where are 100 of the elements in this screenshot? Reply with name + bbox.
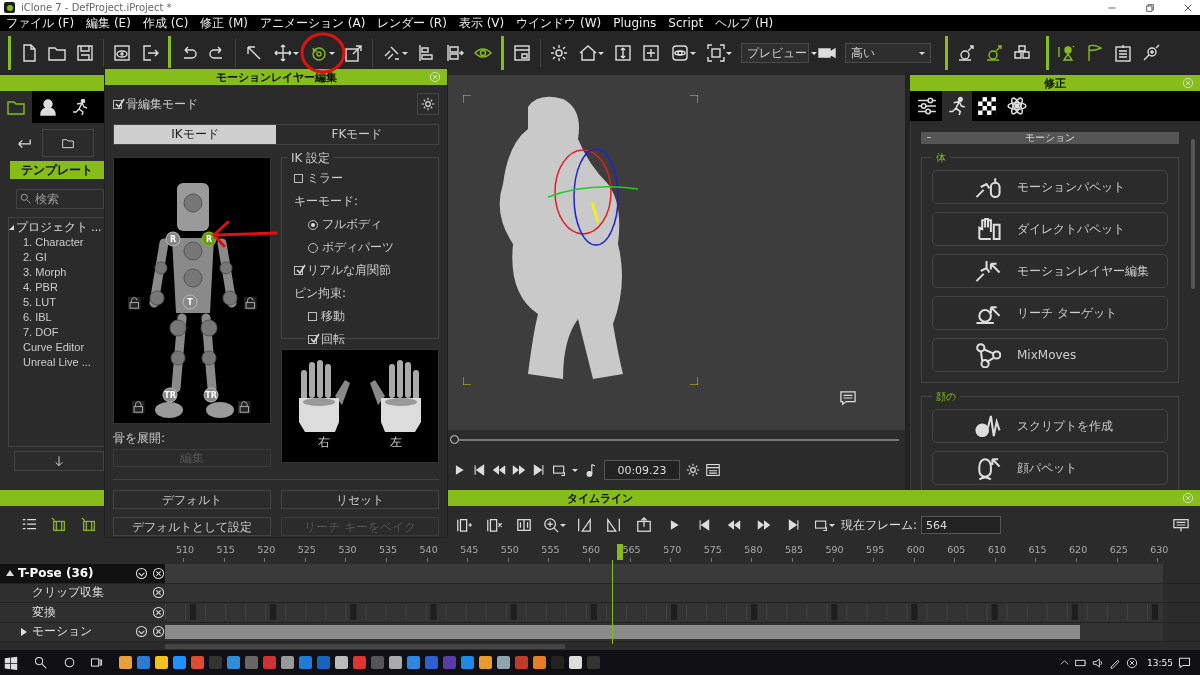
checkbox[interactable]	[294, 266, 303, 275]
search-icon[interactable]	[34, 656, 47, 669]
menu-item[interactable]: ファイル (F)	[6, 14, 75, 32]
menu-item[interactable]: 修正 (M)	[200, 14, 248, 32]
rotate-icon[interactable]	[309, 44, 328, 62]
joint-marker[interactable]: R	[165, 231, 181, 247]
settings-icon[interactable]	[686, 463, 700, 477]
motion-clip-bar[interactable]	[165, 624, 1080, 639]
fast-forward-icon[interactable]	[757, 518, 771, 532]
caret-icon[interactable]	[725, 51, 732, 55]
caret-icon[interactable]	[689, 51, 696, 55]
motion-button[interactable]: ダイレクトパペット	[932, 212, 1168, 246]
rewind-icon[interactable]	[727, 518, 741, 532]
playhead[interactable]	[616, 544, 623, 560]
pan-icon[interactable]	[642, 44, 660, 62]
expand-triangle-icon[interactable]	[20, 627, 28, 636]
skip-start-icon[interactable]	[472, 463, 486, 477]
restore-icon[interactable]	[1144, 1, 1156, 14]
unlock-icon[interactable]	[128, 297, 141, 310]
tree-item[interactable]: Curve Editor	[9, 340, 104, 355]
align-icon[interactable]	[418, 44, 436, 62]
folder-button[interactable]	[42, 129, 94, 157]
dialog-button[interactable]: デフォルト	[113, 490, 271, 509]
add-track-icon[interactable]	[51, 517, 67, 533]
loop-icon[interactable]	[552, 463, 566, 477]
align-left-icon[interactable]	[576, 517, 592, 533]
tree-item[interactable]: 7. DOF	[9, 325, 104, 340]
rewind-icon[interactable]	[492, 463, 506, 477]
close-icon[interactable]	[152, 625, 165, 639]
panel-tab[interactable]	[942, 91, 972, 121]
section-header[interactable]: モーション	[921, 132, 1179, 144]
checkbox[interactable]	[294, 174, 303, 183]
tree-item[interactable]: 1. Character	[9, 235, 104, 250]
fast-forward-icon[interactable]	[512, 463, 526, 477]
target-icon[interactable]	[1142, 44, 1160, 62]
windows-start-icon[interactable]	[4, 655, 18, 670]
motion-button[interactable]: スクリプトを作成	[932, 409, 1168, 443]
current-frame-field[interactable]: 564	[921, 516, 1002, 534]
motion-button[interactable]: 顔パペット	[932, 451, 1168, 485]
menu-item[interactable]: 作成 (C)	[142, 14, 189, 32]
checkbox[interactable]	[308, 312, 317, 321]
export-icon[interactable]	[141, 44, 159, 62]
search-field[interactable]: 検索	[16, 189, 104, 209]
home-icon[interactable]	[578, 44, 597, 62]
tree-item[interactable]: 2. GI	[9, 250, 104, 265]
frame-icon[interactable]	[706, 44, 725, 62]
viewport[interactable]	[448, 75, 905, 430]
cursor-icon[interactable]	[245, 44, 263, 62]
tree-item[interactable]: プロジェクト ...	[9, 220, 104, 235]
folder-icon[interactable]	[48, 44, 66, 62]
time-field[interactable]: 00:09.23	[604, 460, 680, 480]
track-label[interactable]: 変換	[0, 603, 165, 622]
align-icon[interactable]	[446, 44, 464, 62]
menu-item[interactable]: Plugins	[613, 16, 657, 30]
screen-icon[interactable]	[706, 463, 720, 477]
settings-button[interactable]	[417, 93, 439, 115]
save-icon[interactable]	[76, 44, 94, 62]
circle-icon[interactable]	[63, 656, 76, 669]
link-icon[interactable]	[382, 44, 401, 62]
skip-end-icon[interactable]	[532, 463, 546, 477]
caption-icon[interactable]	[840, 390, 856, 406]
tree-item[interactable]: 3. Morph	[9, 265, 104, 280]
dropdown-icon[interactable]	[135, 566, 148, 580]
close-icon[interactable]	[152, 605, 165, 619]
caret-icon[interactable]	[919, 51, 925, 55]
slider-thumb[interactable]	[450, 435, 459, 444]
dialog-button[interactable]: デフォルトとして設定	[113, 517, 271, 536]
lock-icon[interactable]	[132, 401, 145, 414]
close-icon[interactable]	[1126, 656, 1139, 669]
panel-icon[interactable]	[513, 44, 531, 62]
loop-icon[interactable]	[813, 518, 828, 532]
app-icon[interactable]	[569, 656, 582, 669]
keyboard-icon[interactable]	[1173, 517, 1189, 533]
expand-triangle-icon[interactable]	[9, 225, 14, 230]
time-slider[interactable]	[448, 430, 905, 450]
menu-item[interactable]: 編集 (E)	[86, 14, 131, 32]
add-track-icon[interactable]	[81, 517, 97, 533]
skip-end-icon[interactable]	[787, 518, 801, 532]
close-icon[interactable]	[152, 586, 165, 600]
music-note-icon[interactable]	[584, 463, 598, 477]
vertical-move-icon[interactable]	[614, 44, 632, 62]
split-icon[interactable]	[516, 517, 532, 533]
orbit-icon[interactable]	[670, 44, 689, 62]
tree-item[interactable]: 6. IBL	[9, 310, 104, 325]
zoom-icon[interactable]	[542, 517, 559, 533]
notification-icon[interactable]	[1178, 656, 1191, 669]
add-key-icon[interactable]	[456, 517, 472, 533]
joint-marker[interactable]: TR	[162, 387, 178, 403]
menu-item[interactable]: ウインドウ (W)	[516, 14, 602, 32]
light-icon[interactable]	[550, 44, 568, 62]
tree-item[interactable]: 5. LUT	[9, 295, 104, 310]
lock-icon[interactable]	[238, 401, 251, 414]
close-icon[interactable]	[152, 566, 165, 580]
frame-ruler[interactable]: 510 515 520 525 530 535 540 545 550 555 560 565 570 575 580 585 590 595 600 605 610 615 620 625 630	[165, 544, 1180, 564]
unlock-icon[interactable]	[244, 297, 257, 310]
export-icon[interactable]	[636, 517, 652, 533]
motion-button[interactable]: モーションパペット	[932, 170, 1168, 204]
align-right-icon[interactable]	[606, 517, 622, 533]
motion-button[interactable]: MixMoves	[932, 338, 1168, 372]
template-tab[interactable]: テンプレート	[10, 161, 104, 179]
